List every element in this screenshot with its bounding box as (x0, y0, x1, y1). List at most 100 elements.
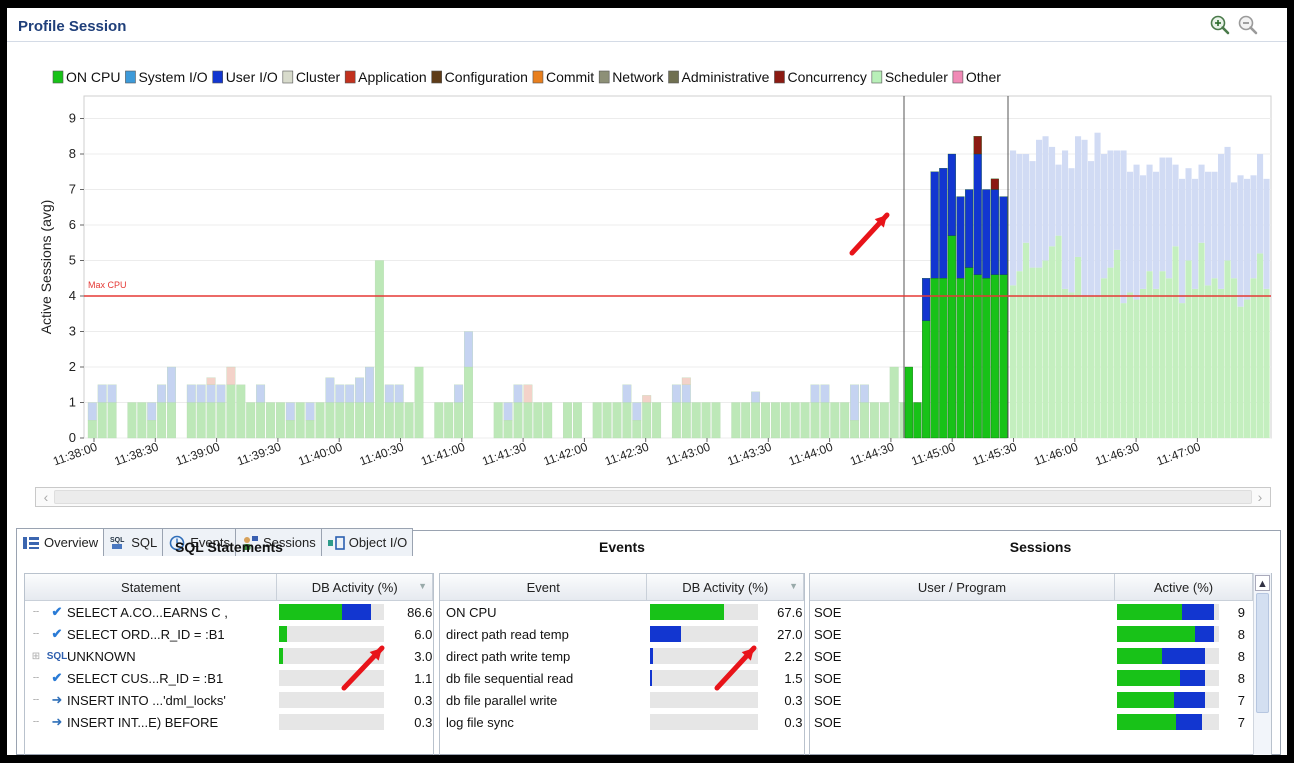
scroll-up-icon[interactable]: ▲ (1255, 575, 1270, 591)
chart-bar-segment (652, 402, 662, 439)
event-column-header[interactable]: Event (440, 574, 648, 600)
activity-bar (650, 626, 759, 642)
x-tick-label: 11:40:30 (358, 440, 406, 469)
sql-row[interactable]: ╌ ✔ SELECT A.CO...EARNS C , 86.6 (25, 601, 433, 623)
statement-cell: ╌ ✔ SELECT A.CO...EARNS C , (25, 601, 277, 623)
checkmark-icon: ✔ (51, 604, 63, 619)
chart-bar-segment (1029, 267, 1036, 438)
event-name: log file sync (446, 714, 514, 730)
chart-legend: ON CPU System I/O User I/O Cluster Applicati… (52, 69, 1001, 85)
chart-bar-segment (315, 402, 325, 439)
x-tick-label: 11:41:30 (480, 440, 528, 469)
legend-label: User I/O (226, 69, 278, 85)
event-row[interactable]: direct path write temp 2.2 (440, 645, 804, 667)
activity-value: 0.3 (414, 692, 433, 708)
chart-bar-segment (602, 402, 612, 439)
x-tick-label: 11:41:00 (419, 440, 467, 469)
active-sessions-chart[interactable]: ON CPU System I/O User I/O Cluster Applicati… (7, 63, 1287, 483)
chart-bar-segment (879, 402, 889, 439)
event-row[interactable]: ON CPU 67.6 (440, 601, 804, 623)
chart-bar-segment (1224, 260, 1231, 438)
chart-bar-segment (1133, 164, 1140, 300)
active-bar (1117, 648, 1219, 664)
chart-bar-segment (216, 384, 226, 403)
chart-bar-segment (236, 384, 246, 439)
chart-bar-segment (1185, 260, 1192, 438)
x-tick-label: 11:45:00 (909, 440, 957, 469)
session-row[interactable]: SOE 8 (810, 667, 1271, 689)
active-bar-segment (913, 402, 922, 439)
sql-row[interactable]: ╌ ✔ SELECT CUS...R_ID = :B1 1.1 (25, 667, 433, 689)
checkmark-icon: ✔ (51, 670, 63, 685)
event-row[interactable]: log file sync 0.3 (440, 711, 804, 733)
chart-bar-segment (107, 402, 117, 439)
activity-bar (650, 604, 759, 620)
zoom-out-icon[interactable] (1237, 14, 1259, 36)
user-program-cell: SOE (810, 667, 1115, 689)
chart-bar-segment (1146, 164, 1153, 272)
zoom-in-icon[interactable] (1209, 14, 1231, 36)
chart-bar-segment (1224, 146, 1231, 261)
legend-swatch (431, 70, 442, 84)
user-program-column-header[interactable]: User / Program (810, 574, 1115, 600)
expand-icon[interactable]: ⊞ (25, 651, 47, 662)
chart-bar-segment (1081, 296, 1088, 438)
cpu-bar-segment (279, 604, 343, 620)
sql-activity-column-header[interactable]: DB Activity (%) ▼ (277, 574, 433, 600)
sql-row[interactable]: ⊞ SQL UNKNOWN 3.0 (25, 645, 433, 667)
event-cell: db file sequential read (440, 667, 647, 689)
chart-bar-segment (256, 402, 266, 439)
chart-bar-segment (186, 384, 196, 403)
chart-bar-segment (335, 384, 345, 403)
chart-bar-segment (1250, 278, 1257, 438)
sql-row[interactable]: ╌ ➜ INSERT INT...E) BEFORE 0.3 (25, 711, 433, 733)
sql-row[interactable]: ╌ ➜ INSERT INTO ...'dml_locks' 0.3 (25, 689, 433, 711)
statement-column-header[interactable]: Statement (25, 574, 278, 600)
chart-bar-segment (384, 402, 394, 439)
y-tick-label: 0 (69, 430, 76, 445)
sessions-vertical-scrollbar[interactable]: ▲ (1253, 573, 1271, 755)
sessions-scrollbar-thumb[interactable] (1256, 593, 1269, 713)
io-bar-segment (342, 604, 371, 620)
sessions-title: Sessions (1009, 539, 1072, 555)
chart-bar-segment (1042, 136, 1049, 261)
session-row[interactable]: SOE 7 (810, 689, 1271, 711)
activity-value: 67.6 (777, 604, 803, 620)
chart-bar-segment (1192, 288, 1199, 438)
x-tick-label: 11:46:30 (1093, 440, 1141, 469)
event-row[interactable]: db file parallel write 0.3 (440, 689, 804, 711)
activity-bar (650, 714, 759, 730)
chart-bar-segment (681, 384, 691, 403)
user-program-text: SOE (814, 626, 842, 642)
chart-horizontal-scrollbar[interactable]: ‹ › (35, 487, 1271, 507)
legend-label: System I/O (138, 69, 207, 85)
activity-value: 6.0 (414, 626, 433, 642)
statement-cell: ╌ ➜ INSERT INTO ...'dml_locks' (25, 689, 277, 711)
active-cell: 7 (1115, 689, 1253, 711)
session-row[interactable]: SOE 9 (810, 601, 1271, 623)
session-row[interactable]: SOE 7 (810, 711, 1271, 733)
chart-bar-segment (800, 402, 810, 439)
event-row[interactable]: db file sequential read 1.5 (440, 667, 804, 689)
session-row[interactable]: SOE 8 (810, 623, 1271, 645)
chart-bar-segment (820, 384, 830, 403)
chart-bar-segment (1140, 175, 1147, 289)
io-bar-segment (1180, 670, 1205, 686)
session-row[interactable]: SOE 8 (810, 645, 1271, 667)
chart-bar-segment (1133, 299, 1140, 438)
chart-bar-segment (1179, 178, 1186, 304)
active-bar-segment (982, 189, 991, 279)
events-activity-column-header[interactable]: DB Activity (%) ▼ (647, 574, 804, 600)
event-row[interactable]: direct path read temp 27.0 (440, 623, 804, 645)
tree-line-icon: ╌ (32, 628, 40, 640)
chart-bar-segment (305, 402, 315, 421)
chart-bar-segment (1205, 171, 1212, 286)
scroll-left-icon[interactable]: ‹ (38, 489, 54, 505)
active-column-header[interactable]: Active (%) (1115, 574, 1253, 600)
sql-row[interactable]: ╌ ✔ SELECT ORD...R_ID = :B1 6.0 (25, 623, 433, 645)
legend-label: Other (966, 69, 1001, 85)
event-name: db file parallel write (446, 692, 558, 708)
scroll-right-icon[interactable]: › (1252, 489, 1268, 505)
chart-bar-segment (711, 402, 721, 439)
scrollbar-thumb[interactable] (54, 490, 1252, 504)
